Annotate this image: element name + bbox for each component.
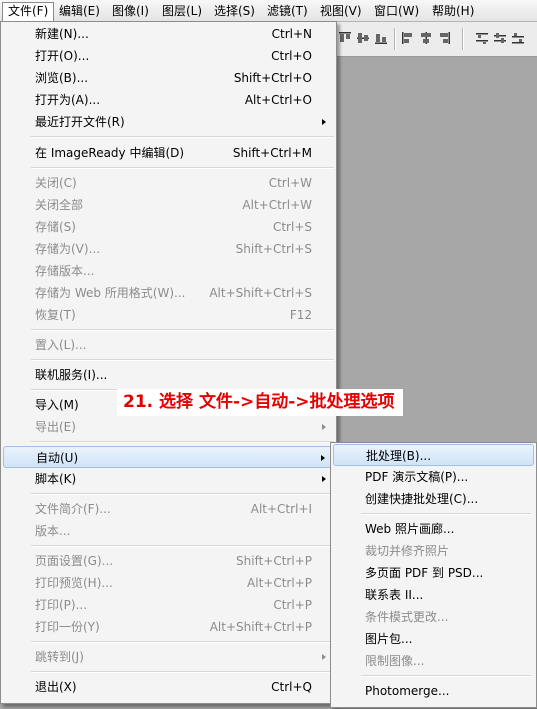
menu-separator	[31, 545, 334, 547]
menu-item-photomerge[interactable]: Photomerge...	[333, 680, 534, 702]
align-top-icon[interactable]	[338, 31, 352, 45]
submenu-arrow-icon	[322, 654, 326, 660]
menu-item-web-photo-gallery[interactable]: Web 照片画廊...	[333, 518, 534, 540]
menu-item-picture-package[interactable]: 图片包...	[333, 628, 534, 650]
submenu-arrow-icon	[322, 119, 326, 125]
menu-separator	[31, 641, 334, 643]
menu-item-place[interactable]: 置入(L)...	[3, 334, 334, 356]
menu-item-batch[interactable]: 批处理(B)...	[333, 444, 534, 466]
menu-help[interactable]: 帮助(H)	[427, 2, 479, 20]
menu-item-save-as[interactable]: 存储为(V)... Shift+Ctrl+S	[3, 238, 334, 260]
menu-separator	[31, 329, 334, 331]
align-vcenter-icon[interactable]	[356, 31, 370, 45]
menu-separator	[361, 513, 531, 515]
menu-item-revert[interactable]: 恢复(T) F12	[3, 304, 334, 326]
menu-item-file-info[interactable]: 文件简介(F)... Alt+Ctrl+I	[3, 498, 334, 520]
menu-item-versions[interactable]: 版本...	[3, 520, 334, 542]
submenu-arrow-icon	[322, 424, 326, 430]
distribute-vcenter-icon[interactable]	[493, 31, 507, 45]
menu-select[interactable]: 选择(S)	[209, 2, 260, 20]
toolbar-separator	[394, 28, 396, 50]
submenu-arrow-icon	[322, 476, 326, 482]
menu-item-create-droplet[interactable]: 创建快捷批处理(C)...	[333, 488, 534, 510]
menu-item-browse[interactable]: 浏览(B)... Shift+Ctrl+O	[3, 67, 334, 89]
menu-separator	[31, 167, 334, 169]
menu-separator	[361, 675, 531, 677]
menu-item-open[interactable]: 打开(O)... Ctrl+O	[3, 45, 334, 67]
menu-layer[interactable]: 图层(L)	[157, 2, 207, 20]
menu-bar: 文件(F) 编辑(E) 图像(I) 图层(L) 选择(S) 滤镜(T) 视图(V…	[0, 0, 537, 22]
submenu-arrow-icon	[321, 455, 325, 461]
menu-item-jump-to[interactable]: 跳转到(J)	[3, 646, 334, 668]
align-hcenter-icon[interactable]	[419, 31, 433, 45]
tutorial-annotation: 21. 选择 文件->自动->批处理选项	[117, 389, 403, 416]
menu-item-scripts[interactable]: 脚本(K)	[3, 468, 334, 490]
menu-item-automate[interactable]: 自动(U)	[3, 446, 334, 468]
menu-item-print[interactable]: 打印(P)... Ctrl+P	[3, 594, 334, 616]
menu-separator	[31, 493, 334, 495]
menu-item-multipage-pdf-to-psd[interactable]: 多页面 PDF 到 PSD...	[333, 562, 534, 584]
menu-item-close[interactable]: 关闭(C) Ctrl+W	[3, 172, 334, 194]
menu-item-print-preview[interactable]: 打印预览(H)... Alt+Ctrl+P	[3, 572, 334, 594]
menu-item-save-version[interactable]: 存储版本...	[3, 260, 334, 282]
menu-view[interactable]: 视图(V)	[315, 2, 367, 20]
menu-item-crop-straighten[interactable]: 裁切并修齐照片	[333, 540, 534, 562]
menu-item-fit-image[interactable]: 限制图像...	[333, 650, 534, 672]
menu-item-pdf-presentation[interactable]: PDF 演示文稿(P)...	[333, 466, 534, 488]
menu-item-open-as[interactable]: 打开为(A)... Alt+Ctrl+O	[3, 89, 334, 111]
menu-edit[interactable]: 编辑(E)	[54, 2, 105, 20]
align-bottom-icon[interactable]	[374, 31, 388, 45]
menu-item-page-setup[interactable]: 页面设置(G)... Shift+Ctrl+P	[3, 550, 334, 572]
menu-item-export[interactable]: 导出(E)	[3, 416, 334, 438]
menu-separator	[31, 136, 334, 138]
distribute-top-icon[interactable]	[475, 31, 489, 45]
menu-item-conditional-mode-change[interactable]: 条件模式更改...	[333, 606, 534, 628]
menu-item-close-all[interactable]: 关闭全部 Alt+Ctrl+W	[3, 194, 334, 216]
menu-item-exit[interactable]: 退出(X) Ctrl+Q	[3, 676, 334, 698]
menu-separator	[31, 359, 334, 361]
automate-submenu: 批处理(B)... PDF 演示文稿(P)... 创建快捷批处理(C)... W…	[330, 442, 537, 708]
distribute-bottom-icon[interactable]	[511, 31, 525, 45]
toolbar-separator	[462, 28, 464, 50]
menu-item-print-one-copy[interactable]: 打印一份(Y) Alt+Shift+Ctrl+P	[3, 616, 334, 638]
menu-item-save[interactable]: 存储(S) Ctrl+S	[3, 216, 334, 238]
file-menu: 新建(N)... Ctrl+N 打开(O)... Ctrl+O 浏览(B)... Sh…	[0, 21, 337, 704]
align-left-icon[interactable]	[401, 31, 415, 45]
menu-item-contact-sheet[interactable]: 联系表 II...	[333, 584, 534, 606]
menu-file[interactable]: 文件(F)	[2, 2, 55, 21]
align-right-icon[interactable]	[437, 31, 451, 45]
menu-filter[interactable]: 滤镜(T)	[262, 2, 313, 20]
menu-separator	[31, 441, 334, 443]
menu-item-recent-files[interactable]: 最近打开文件(R)	[3, 111, 334, 133]
menu-window[interactable]: 窗口(W)	[369, 2, 424, 20]
menu-separator	[31, 671, 334, 673]
menu-image[interactable]: 图像(I)	[107, 2, 154, 20]
menu-item-online-services[interactable]: 联机服务(I)...	[3, 364, 334, 386]
menu-item-edit-in-imageready[interactable]: 在 ImageReady 中编辑(D) Shift+Ctrl+M	[3, 142, 334, 164]
menu-item-new[interactable]: 新建(N)... Ctrl+N	[3, 23, 334, 45]
menu-item-save-for-web[interactable]: 存储为 Web 所用格式(W)... Alt+Shift+Ctrl+S	[3, 282, 334, 304]
